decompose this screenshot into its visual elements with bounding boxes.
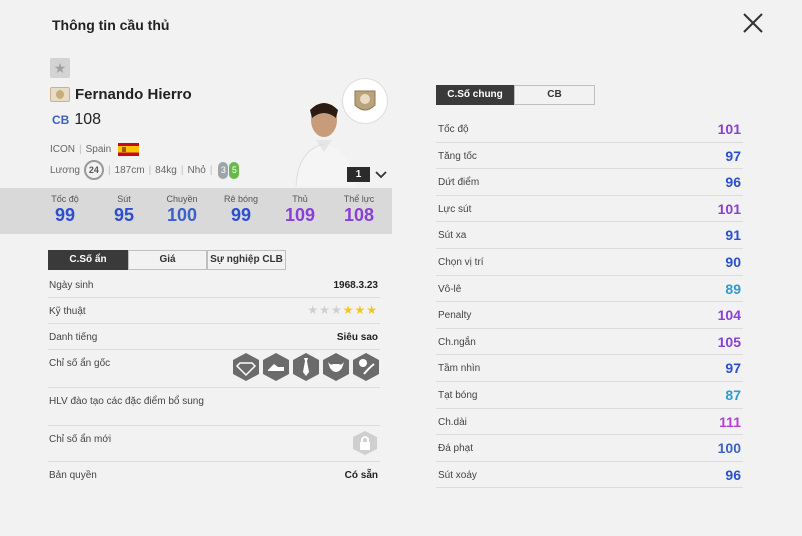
attribute-list: Tốc độ 101 Tăng tốc 97 Dứt điểm 96 Lực sút 1… xyxy=(436,116,743,489)
icon-card-emblem-icon xyxy=(343,79,387,123)
summary-stat: Chuyền 100 xyxy=(166,194,198,225)
close-icon[interactable] xyxy=(741,11,765,35)
summary-stat: Thủ 109 xyxy=(284,194,316,225)
attribute-row: Lực sút 101 xyxy=(436,196,743,223)
chevron-down-icon[interactable] xyxy=(374,169,388,181)
tab-price[interactable]: Giá xyxy=(128,250,207,270)
attribute-row: Đá phạt 100 xyxy=(436,435,743,462)
attribute-row: Sút xa 91 xyxy=(436,222,743,249)
player-weight: 84kg xyxy=(155,164,177,176)
player-body-type: Nhỏ xyxy=(187,164,206,176)
player-ovr: 108 xyxy=(74,111,102,128)
attribute-row: Tầm nhìn 97 xyxy=(436,355,743,382)
tab-club-career[interactable]: Sự nghiệp CLB xyxy=(207,250,286,270)
summary-stat: Thể lực 108 xyxy=(343,194,375,225)
icon-season-badge-icon xyxy=(50,87,70,102)
lock-icon xyxy=(353,431,377,455)
summary-stat: Rê bóng 99 xyxy=(223,194,259,225)
diamond-trait-icon[interactable] xyxy=(232,352,260,382)
summary-stat: Tốc độ 99 xyxy=(51,194,79,225)
info-row-skill: Kỹ thuật ★★★★★★ xyxy=(48,298,380,324)
info-row-hidden-traits: Chỉ số ẩn gốc xyxy=(48,350,380,388)
page-title: Thông tin cầu thủ xyxy=(52,17,170,33)
player-position: CB xyxy=(52,113,70,127)
info-row-new-hidden: Chỉ số ẩn mới xyxy=(48,426,380,462)
attribute-row: Vô-lê 89 xyxy=(436,276,743,303)
player-name-row: Fernando Hierro xyxy=(50,86,192,103)
strong-foot-badge: 5 xyxy=(229,161,240,179)
boots-trait-icon[interactable] xyxy=(262,352,290,382)
info-row-rights: Bản quyền Có sẵn xyxy=(49,470,378,481)
summary-stats-band: Tốc độ 99 Sút 95 Chuyền 100 Rê bóng 99 T… xyxy=(0,188,392,234)
attribute-row: Ch.dài 111 xyxy=(436,409,743,436)
player-height: 187cm xyxy=(114,164,145,176)
player-nation: Spain xyxy=(85,144,112,155)
attribute-row: Tốc độ 101 xyxy=(436,116,743,143)
player-name: Fernando Hierro xyxy=(75,86,192,103)
attribute-row: Tạt bóng 87 xyxy=(436,382,743,409)
wage-label: Lương xyxy=(50,164,80,176)
attribute-row: Ch.ngắn 105 xyxy=(436,329,743,356)
favorite-star-icon[interactable]: ★ xyxy=(50,58,70,78)
info-row-reputation: Danh tiếng Siêu sao xyxy=(48,324,380,350)
summary-stat: Sút 95 xyxy=(113,194,135,225)
level-badge[interactable]: 1 xyxy=(347,167,370,182)
player-info-list: Ngày sinh 1968.3.23 Kỹ thuật ★★★★★★ Danh… xyxy=(48,272,380,486)
tie-trait-icon[interactable] xyxy=(292,352,320,382)
tab-hidden-stats[interactable]: C.Số ẩn xyxy=(48,250,128,270)
tab-position-cb[interactable]: CB xyxy=(514,85,595,105)
skill-stars: ★★★★★★ xyxy=(307,303,378,317)
trait-icons xyxy=(232,352,380,382)
attribute-row: Dứt điểm 96 xyxy=(436,169,743,196)
attribute-row: Penalty 104 xyxy=(436,302,743,329)
info-row-birth: Ngày sinh 1968.3.23 xyxy=(48,272,380,298)
ball-trait-icon[interactable] xyxy=(352,352,380,382)
weak-foot-badge: 3 xyxy=(218,161,229,179)
tab-general-stats[interactable]: C.Số chung xyxy=(436,85,514,105)
player-meta-physical: Lương 24 | 187cm | 84kg | Nhỏ | 3 5 xyxy=(50,160,240,180)
attribute-row: Sút xoáy 96 xyxy=(436,462,743,489)
wage-badge: 24 xyxy=(83,160,104,180)
attribute-row: Tăng tốc 97 xyxy=(436,143,743,170)
player-season: ICON xyxy=(50,144,75,155)
right-tabs: C.Số chung CB xyxy=(436,85,595,105)
position-ovr: CB 108 xyxy=(52,111,101,129)
info-row-coach-traits: HLV đào tạo các đặc điểm bổ sung xyxy=(48,388,380,426)
left-tabs: C.Số ẩn Giá Sự nghiệp CLB xyxy=(48,250,286,270)
attribute-row: Chọn vị trí 90 xyxy=(436,249,743,276)
player-meta-origin: ICON | Spain xyxy=(50,143,140,156)
bull-trait-icon[interactable] xyxy=(322,352,350,382)
spain-flag-icon xyxy=(118,143,140,156)
